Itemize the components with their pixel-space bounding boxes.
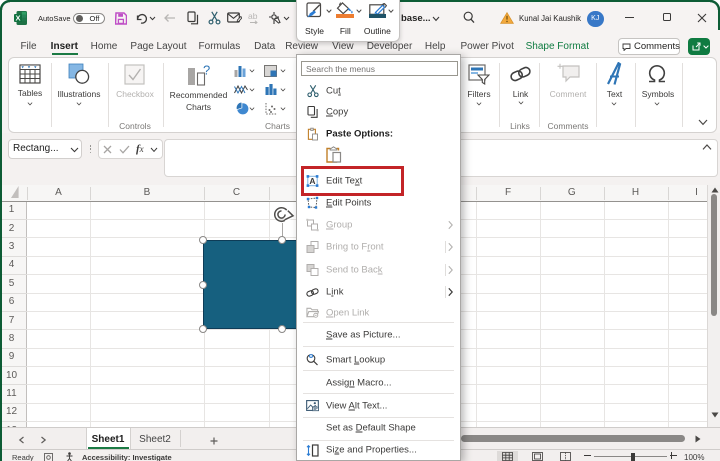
svg-text:X: X <box>15 14 20 23</box>
svg-text:ab: ab <box>248 11 258 21</box>
